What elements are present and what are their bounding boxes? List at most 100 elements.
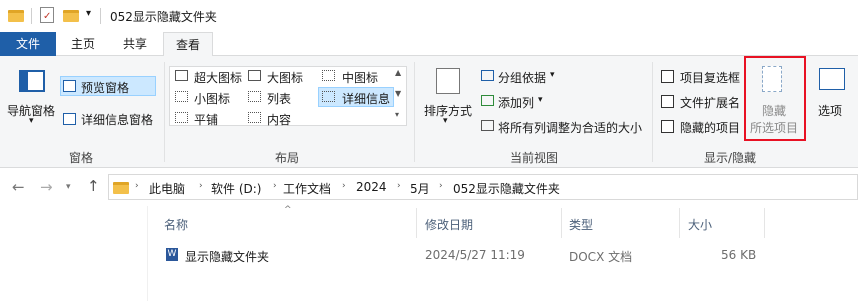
file-name[interactable]: 显示隐藏文件夹 — [185, 248, 269, 265]
layout-content[interactable]: 内容 — [267, 111, 291, 128]
chevron-down-icon: ▾ — [443, 116, 448, 126]
tab-share[interactable]: 共享 — [110, 32, 160, 56]
hidden-items-label: 隐藏的项目 — [680, 121, 741, 135]
item-checkboxes-checkbox[interactable] — [661, 70, 674, 83]
group-by-button[interactable]: 分组依据 — [498, 69, 546, 86]
group-label-show-hide: 显示/隐藏 — [703, 151, 757, 165]
list-icon — [248, 91, 261, 102]
tiles-icon — [175, 112, 188, 123]
options-icon — [819, 68, 845, 90]
chevron-down-icon: ▾ — [550, 70, 555, 80]
gallery-expand-icon[interactable]: ▾ — [395, 110, 399, 119]
word-doc-icon: W — [166, 248, 178, 261]
sort-by-icon — [436, 68, 460, 94]
sort-by-button[interactable]: 排序方式 — [424, 102, 472, 119]
file-extensions-checkbox[interactable] — [661, 95, 674, 108]
divider — [31, 8, 32, 24]
large-icons-icon — [248, 70, 261, 81]
group-label-panes: 窗格 — [68, 151, 93, 165]
folder-icon — [113, 182, 129, 194]
customize-toolbar-icon[interactable]: ▾ — [86, 8, 91, 19]
chevron-down-icon: ▾ — [538, 95, 543, 105]
ribbon: 导航窗格 ▾ 预览窗格 详细信息窗格 窗格 超大图标 大图标 中图标 小图标 列… — [0, 56, 858, 168]
file-type: DOCX 文档 — [569, 250, 633, 264]
window-title: 052显示隐藏文件夹 — [110, 10, 217, 24]
chevron-down-icon: ▾ — [29, 116, 34, 126]
gallery-up-icon[interactable]: ▲ — [395, 68, 401, 77]
hidden-items-checkbox[interactable] — [661, 120, 674, 133]
small-icons-icon — [175, 91, 188, 102]
breadcrumb-work-docs[interactable]: 工作文档 — [283, 180, 331, 197]
breadcrumb-may[interactable]: 5月 — [410, 180, 430, 197]
hide-selected-label-2[interactable]: 所选项目 — [750, 119, 798, 136]
column-header-modified[interactable]: 修改日期 — [425, 216, 473, 233]
divider — [416, 208, 417, 238]
file-size: 56 KB — [721, 248, 757, 262]
hide-selected-label-1[interactable]: 隐藏 — [762, 102, 786, 119]
file-modified: 2024/5/27 11:19 — [425, 248, 525, 262]
preview-pane-icon — [63, 80, 76, 92]
folder-icon — [8, 10, 24, 22]
group-by-icon — [481, 70, 494, 81]
tab-view[interactable]: 查看 — [163, 32, 213, 57]
breadcrumb-current-folder[interactable]: 052显示隐藏文件夹 — [453, 180, 560, 197]
layout-tiles[interactable]: 平铺 — [194, 111, 218, 128]
recent-locations-icon[interactable]: ▾ — [66, 182, 71, 192]
options-button[interactable]: 选项 — [818, 102, 842, 119]
gallery-down-icon[interactable]: ▼ — [395, 89, 401, 98]
preview-pane-label: 预览窗格 — [81, 81, 130, 95]
item-checkboxes-label: 项目复选框 — [680, 71, 741, 85]
content-icon — [248, 112, 261, 123]
details-pane-icon — [63, 113, 76, 125]
breadcrumb-drive-d[interactable]: 软件 (D:) — [211, 180, 261, 197]
medium-icons-icon — [322, 70, 335, 81]
layout-large-icons[interactable]: 大图标 — [267, 69, 303, 86]
details-pane-button[interactable]: 详细信息窗格 — [81, 111, 153, 128]
add-columns-icon — [481, 95, 494, 106]
layout-list[interactable]: 列表 — [267, 90, 291, 107]
breadcrumb-2024[interactable]: 2024 — [356, 180, 387, 194]
divider — [414, 62, 415, 162]
hide-selected-icon — [762, 66, 782, 92]
chevron-right-icon[interactable]: › — [439, 181, 443, 191]
details-icon — [322, 91, 335, 102]
divider — [679, 208, 680, 238]
add-columns-button[interactable]: 添加列 — [498, 94, 534, 111]
ribbon-tabs: 文件 主页 共享 查看 — [0, 32, 858, 57]
extra-large-icons-icon — [175, 70, 188, 81]
divider — [764, 208, 765, 238]
divider — [100, 8, 101, 24]
arrow-up-icon[interactable]: ↑ — [87, 177, 100, 195]
chevron-right-icon[interactable]: › — [135, 181, 139, 191]
properties-icon[interactable]: ✓ — [40, 7, 54, 23]
size-all-columns-button[interactable]: 将所有列调整为合适的大小 — [498, 119, 642, 136]
sort-ascending-icon: ^ — [284, 205, 292, 215]
divider — [147, 206, 148, 301]
chevron-right-icon[interactable]: › — [342, 181, 346, 191]
divider — [561, 208, 562, 238]
group-label-current-view: 当前视图 — [510, 151, 559, 165]
column-header-name[interactable]: 名称 — [164, 216, 188, 233]
column-header-size[interactable]: 大小 — [688, 216, 712, 233]
layout-small-icons[interactable]: 小图标 — [194, 90, 230, 107]
new-folder-icon[interactable] — [63, 10, 79, 22]
layout-details[interactable]: 详细信息 — [342, 90, 390, 107]
nav-pane-icon — [19, 70, 45, 92]
title-bar: ✓ ▾ 052显示隐藏文件夹 — [0, 0, 858, 32]
column-header-type[interactable]: 类型 — [569, 216, 593, 233]
file-extensions-label: 文件扩展名 — [680, 96, 741, 110]
layout-extra-large-icons[interactable]: 超大图标 — [194, 69, 242, 86]
chevron-right-icon[interactable]: › — [397, 181, 401, 191]
layout-medium-icons[interactable]: 中图标 — [342, 69, 378, 86]
tab-home[interactable]: 主页 — [60, 32, 106, 56]
divider — [652, 62, 653, 162]
arrow-back-icon[interactable]: ← — [12, 178, 25, 196]
size-columns-icon — [481, 120, 494, 131]
chevron-right-icon[interactable]: › — [273, 181, 277, 191]
tab-file[interactable]: 文件 — [0, 32, 56, 56]
group-label-layout: 布局 — [274, 151, 299, 165]
divider — [164, 62, 165, 162]
chevron-right-icon[interactable]: › — [199, 181, 203, 191]
arrow-forward-icon[interactable]: → — [40, 178, 53, 196]
breadcrumb-this-pc[interactable]: 此电脑 — [149, 180, 185, 197]
